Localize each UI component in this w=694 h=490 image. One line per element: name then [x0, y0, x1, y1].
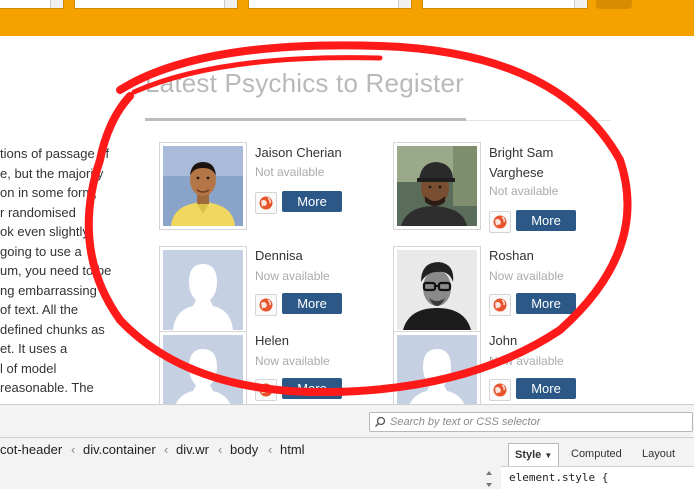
man-yellow-shirt-photo	[163, 146, 243, 226]
select-arrow-icon	[398, 0, 411, 8]
availability-status: Now available	[489, 354, 564, 368]
breadcrumb-item[interactable]: div.container	[83, 440, 156, 460]
globe-icon	[259, 383, 273, 397]
psychic-name[interactable]: Bright Sam	[489, 143, 553, 163]
more-button[interactable]: More	[516, 210, 576, 231]
psychic-name[interactable]: John	[489, 331, 517, 351]
devtools-search-input[interactable]: Search by text or CSS selector	[369, 412, 693, 432]
tab-computed[interactable]: Computed	[571, 443, 622, 465]
website-button[interactable]	[489, 379, 511, 401]
website-button[interactable]	[255, 379, 277, 401]
css-rule-line: element.style {	[509, 471, 609, 484]
website-button[interactable]	[489, 294, 511, 316]
psychic-name[interactable]: Helen	[255, 331, 289, 351]
psychic-name[interactable]: Jaison Cherian	[255, 143, 342, 163]
select-arrow-icon	[574, 0, 587, 8]
psychic-photo[interactable]	[393, 142, 481, 230]
globe-icon	[493, 383, 507, 397]
header-select-2[interactable]	[74, 0, 238, 9]
tab-style-label: Style	[515, 449, 542, 461]
chevron-left-icon: ‹	[71, 442, 76, 457]
availability-status: Not available	[255, 165, 325, 179]
more-button[interactable]: More	[282, 191, 342, 212]
chevron-left-icon: ‹	[218, 442, 223, 457]
psychic-name[interactable]: Roshan	[489, 246, 534, 266]
tab-layout[interactable]: Layout	[642, 443, 675, 465]
devtools-divider	[0, 437, 694, 438]
side-paragraph: tions of passage of e, but the majority …	[0, 144, 118, 398]
website-button[interactable]	[255, 192, 277, 214]
paragraph-line: r randomised	[0, 204, 76, 220]
chevron-left-icon: ‹	[164, 442, 169, 457]
paragraph-line: going to use a	[0, 243, 82, 259]
website-button[interactable]	[255, 294, 277, 316]
default-avatar	[163, 250, 243, 330]
header-select-1[interactable]	[0, 0, 64, 9]
breadcrumb-item[interactable]: div.wr	[176, 440, 209, 460]
psychic-photo[interactable]	[393, 246, 481, 334]
globe-icon	[259, 298, 273, 312]
more-button[interactable]: More	[282, 378, 342, 399]
breadcrumb-item[interactable]: body	[230, 440, 258, 460]
section-heading: Latest Psychics to Register	[145, 68, 464, 98]
psychic-photo[interactable]	[159, 142, 247, 230]
chevron-left-icon: ‹	[268, 442, 273, 457]
globe-icon	[493, 215, 507, 229]
header-select-4[interactable]	[422, 0, 588, 9]
paragraph-line: et. It uses a	[0, 341, 68, 356]
more-button[interactable]: More	[282, 293, 342, 314]
devtools-panel: Search by text or CSS selector cot-heade…	[0, 404, 694, 490]
psychic-photo[interactable]	[159, 246, 247, 334]
select-arrow-icon	[50, 0, 63, 8]
availability-status: Not available	[489, 184, 559, 198]
tab-style[interactable]: Style ▼	[508, 443, 560, 466]
paragraph-line: ng embarrassing	[0, 282, 97, 298]
availability-status: Now available	[255, 354, 330, 368]
header-select-3[interactable]	[248, 0, 412, 9]
man-glasses-photo	[397, 250, 477, 330]
paragraph-line: l of model	[0, 360, 57, 376]
availability-status: Now available	[255, 269, 330, 283]
paragraph-line: defined chunks as	[0, 321, 105, 337]
paragraph-line: on in some form,	[0, 185, 97, 200]
paragraph-line: e, but the majority	[0, 165, 104, 181]
site-header-bar	[0, 0, 694, 36]
paragraph-line: of text. All the	[0, 302, 79, 317]
psychic-name-line-2[interactable]: Varghese	[489, 163, 544, 183]
scroll-arrows-icon[interactable]	[486, 469, 492, 489]
dropdown-arrow-icon: ▼	[544, 451, 553, 460]
heading-underline	[145, 118, 466, 121]
paragraph-line: tions of passage of	[0, 146, 110, 161]
select-arrow-icon	[224, 0, 237, 8]
psychic-name[interactable]: Dennisa	[255, 246, 303, 266]
breadcrumb-item[interactable]: cot-header	[0, 440, 62, 460]
more-button[interactable]: More	[516, 378, 576, 399]
website-button[interactable]	[489, 211, 511, 233]
more-button[interactable]: More	[516, 293, 576, 314]
paragraph-line: reasonable. The	[0, 380, 94, 395]
default-avatar	[397, 335, 477, 415]
globe-icon	[493, 298, 507, 312]
header-search-button[interactable]	[596, 0, 632, 9]
default-avatar	[163, 335, 243, 415]
availability-status: Now available	[489, 269, 564, 283]
paragraph-line: ok even slightly	[0, 224, 89, 239]
man-cap-photo	[397, 146, 477, 226]
breadcrumb-item[interactable]: html	[280, 440, 305, 460]
search-placeholder: Search by text or CSS selector	[390, 416, 541, 428]
paragraph-line: um, you need to be	[0, 263, 112, 278]
search-icon	[374, 416, 386, 428]
globe-icon	[259, 196, 273, 210]
